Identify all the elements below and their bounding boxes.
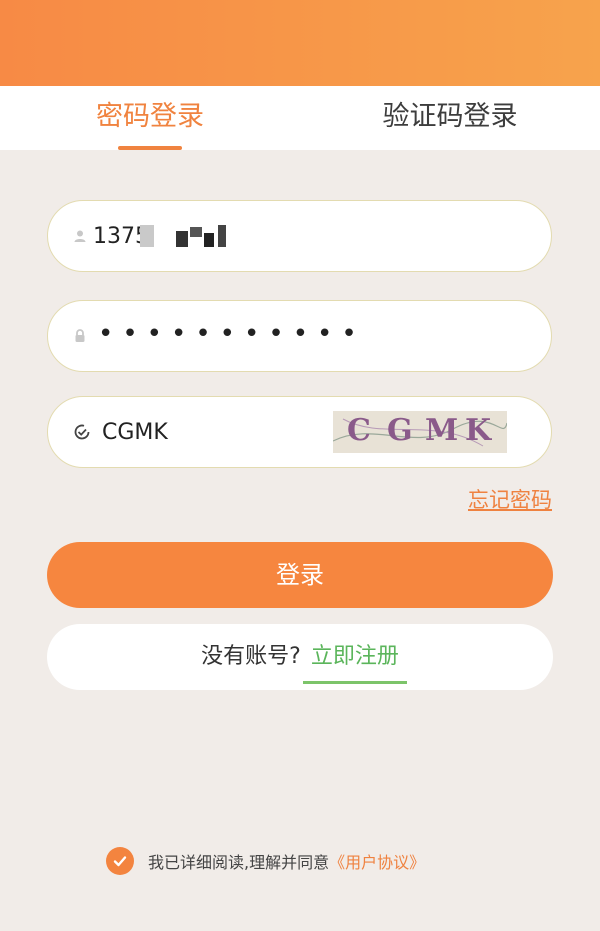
register-box: 没有账号? 立即注册 xyxy=(47,624,553,690)
user-icon xyxy=(72,228,88,244)
masked-digits xyxy=(140,225,154,247)
password-input[interactable]: ••••••••••• xyxy=(98,301,366,371)
captcha-input[interactable] xyxy=(102,397,362,467)
login-tabs: 密码登录 验证码登录 xyxy=(0,86,600,150)
top-header-bar xyxy=(0,0,600,86)
agreement-text: 我已详细阅读,理解并同意 xyxy=(148,853,330,872)
captcha-char: G xyxy=(387,413,413,448)
user-agreement-link[interactable]: 《用户协议》 xyxy=(329,849,425,873)
captcha-field[interactable]: C G M K xyxy=(47,396,552,468)
agreement-row: 我已详细阅读,理解并同意 《用户协议》 xyxy=(106,845,425,877)
masked-digits xyxy=(190,227,202,237)
password-field[interactable]: ••••••••••• xyxy=(47,300,552,372)
register-question: 没有账号? xyxy=(201,644,301,669)
checkmark-icon xyxy=(113,856,127,867)
captcha-char: K xyxy=(465,413,492,448)
tab-code-login[interactable]: 验证码登录 xyxy=(370,86,530,150)
login-button[interactable]: 登录 xyxy=(47,542,553,608)
tab-password-login[interactable]: 密码登录 xyxy=(80,86,220,150)
captcha-image[interactable]: C G M K xyxy=(333,411,507,453)
agreement-checkbox[interactable] xyxy=(106,847,134,875)
active-tab-indicator xyxy=(118,146,182,150)
verify-check-icon xyxy=(72,422,92,442)
register-link[interactable]: 立即注册 xyxy=(302,642,407,684)
lock-icon xyxy=(72,328,88,344)
forgot-password-link[interactable]: 忘记密码 xyxy=(468,484,552,514)
captcha-char: M xyxy=(425,413,459,448)
captcha-char: C xyxy=(347,413,371,448)
masked-digits xyxy=(176,231,188,247)
masked-digits xyxy=(204,233,214,247)
phone-field[interactable] xyxy=(47,200,552,272)
masked-digits xyxy=(218,225,226,247)
